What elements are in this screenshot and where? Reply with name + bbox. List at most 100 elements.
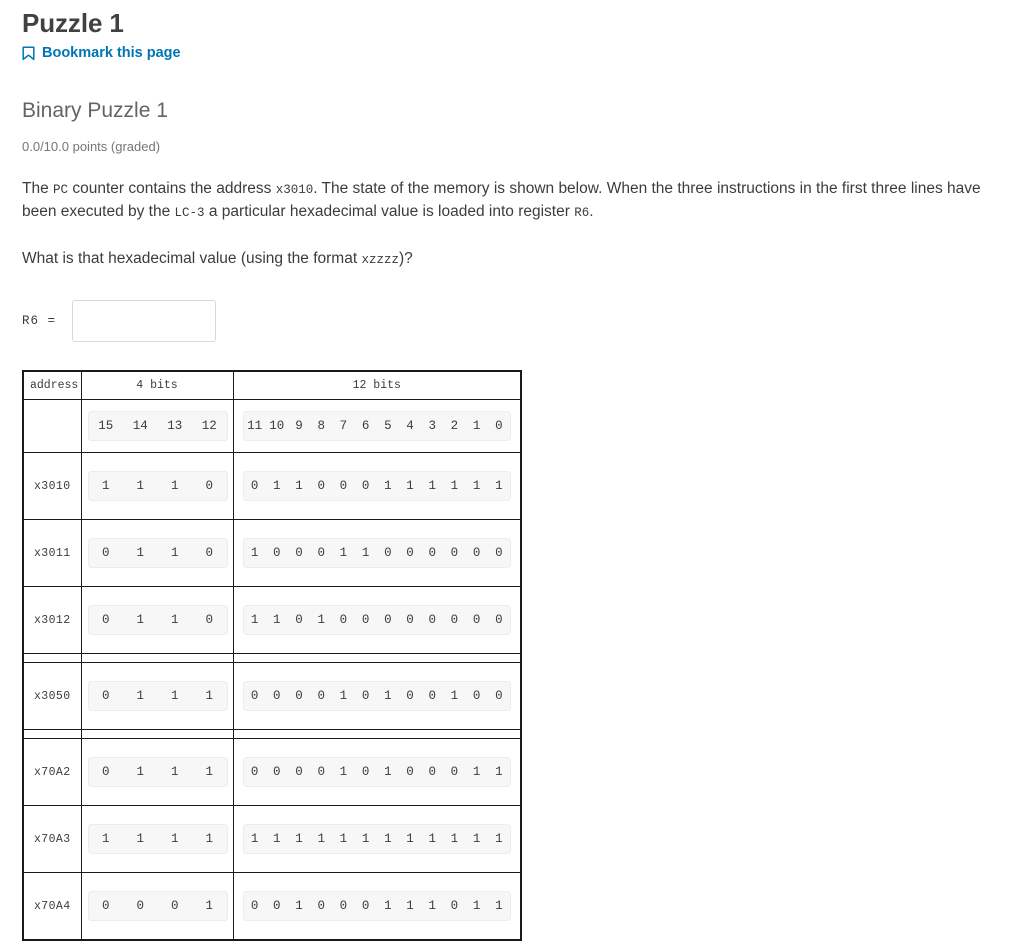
low-bits-group: 001000111011 — [242, 891, 511, 921]
bit-cell: 0 — [450, 765, 459, 779]
bit-cell: 0 — [101, 689, 110, 703]
bit-cell: 0 — [101, 899, 110, 913]
bit-cell: 1 — [472, 419, 481, 433]
para1-code-r6: R6 — [574, 206, 590, 220]
points-status: 0.0/10.0 points (graded) — [22, 139, 161, 154]
high-bits-cell: 1 1 1 1 — [80, 805, 234, 873]
low-bits-cell: 100011000000 — [232, 519, 522, 587]
answer-label: R6 = — [22, 314, 57, 328]
bit-cell: 8 — [317, 419, 325, 433]
table-row: x70A3 1 1 1 1 1 1 1 1 1 1 1 1 1 1 1 1 — [22, 805, 522, 873]
bit-cell: 1 — [495, 899, 503, 913]
bit-cell: 0 — [495, 419, 503, 433]
high-bits-group: 0 1 1 0 — [87, 538, 228, 568]
bit-cell: 1 — [361, 546, 370, 560]
bit-cell: 1 — [472, 899, 481, 913]
bit-cell: 0 — [205, 479, 213, 493]
header-12-bits: 12 bits — [232, 370, 522, 400]
bit-cell: 1 — [339, 832, 348, 846]
bit-cell: 1 — [428, 899, 436, 913]
problem-paragraph-2: What is that hexadecimal value (using th… — [22, 224, 1012, 271]
bit-cell: 0 — [450, 546, 459, 560]
bit-cell: 0 — [406, 689, 414, 703]
high-bits-cell: 0 1 1 0 — [80, 519, 234, 587]
memory-table-wrap: address 4 bits 12 bits 15 14 13 12 11 10 9 8 7 6 5 4 3 2… — [22, 342, 1024, 941]
separator-cell — [22, 729, 82, 739]
bit-cell: 1 — [339, 546, 348, 560]
answer-input[interactable] — [72, 300, 217, 342]
bit-cell: 1 — [170, 479, 179, 493]
bit-cell: 0 — [361, 613, 370, 627]
address-cell: x70A2 — [22, 738, 82, 806]
bit-cell: 0 — [295, 613, 303, 627]
empty-address-cell — [22, 399, 82, 453]
low-bits-cell: 000010100011 — [232, 738, 522, 806]
bit-cell: 0 — [317, 765, 325, 779]
bit-cell: 1 — [136, 479, 144, 493]
bit-cell: 1 — [495, 832, 503, 846]
para2-text-1: What is that hexadecimal value (using th… — [22, 250, 362, 267]
para2-text-2: )? — [398, 250, 413, 267]
bit-cell: 0 — [495, 613, 503, 627]
bit-cell: 1 — [450, 832, 459, 846]
bit-cell: 0 — [101, 765, 110, 779]
high-bits-cell: 0 1 1 0 — [80, 586, 234, 654]
para1-code-pc: PC — [53, 183, 69, 197]
low-bits-cell: 000010100100 — [232, 662, 522, 730]
bit-cell: 1 — [406, 479, 414, 493]
bit-cell: 0 — [428, 689, 436, 703]
address-cell: x70A3 — [22, 805, 82, 873]
bit-cell: 0 — [406, 546, 414, 560]
separator-cell — [80, 729, 234, 739]
bit-cell: 13 — [167, 419, 183, 433]
bit-cell: 1 — [170, 765, 179, 779]
bit-cell: 12 — [201, 419, 217, 433]
bit-cell: 1 — [205, 899, 213, 913]
bit-cell: 1 — [472, 479, 481, 493]
bit-cell: 1 — [136, 546, 144, 560]
bit-cell: 1 — [273, 832, 281, 846]
para1-text-5: . — [589, 203, 594, 220]
bit-cell: 15 — [98, 419, 114, 433]
bit-cell: 5 — [384, 419, 392, 433]
bit-cell: 1 — [317, 613, 325, 627]
bit-numbers-high-cell: 15 14 13 12 — [80, 399, 234, 453]
bit-cell: 1 — [384, 479, 392, 493]
bit-numbers-low-cell: 11 10 9 8 7 6 5 4 3 2 1 0 — [232, 399, 522, 453]
bit-cell: 0 — [273, 689, 281, 703]
bit-cell: 1 — [495, 765, 503, 779]
bit-cell: 1 — [472, 765, 481, 779]
bit-cell: 0 — [472, 613, 481, 627]
bit-cell: 1 — [205, 689, 213, 703]
bit-cell: 1 — [450, 689, 459, 703]
bit-cell: 1 — [136, 613, 144, 627]
low-bits-cell: 110100000000 — [232, 586, 522, 654]
bit-cell: 0 — [472, 546, 481, 560]
answer-row: R6 = — [22, 271, 1024, 342]
address-cell: x3050 — [22, 662, 82, 730]
memory-table: address 4 bits 12 bits 15 14 13 12 11 10 9 8 7 6 5 4 3 2… — [22, 370, 522, 941]
bit-cell: 1 — [136, 765, 144, 779]
bit-cell: 1 — [273, 479, 281, 493]
problem-paragraph-1: The PC counter contains the address x301… — [22, 155, 1012, 224]
bit-cell: 1 — [406, 899, 414, 913]
para1-text-4: a particular hexadecimal value is loaded… — [204, 203, 575, 220]
bookmark-icon — [22, 45, 35, 60]
bit-cell: 0 — [317, 546, 325, 560]
bit-cell: 0 — [136, 899, 144, 913]
bookmark-this-page-button[interactable]: Bookmark this page — [22, 44, 182, 62]
bit-cell: 1 — [384, 765, 392, 779]
bit-cell: 1 — [205, 832, 213, 846]
low-bits-group: 011000111111 — [242, 471, 511, 501]
para1-code-address: x3010 — [275, 183, 314, 197]
table-row: x3010 1 1 1 0 0 1 1 0 0 0 1 1 1 1 1 1 — [22, 452, 522, 520]
bit-cell: 0 — [101, 613, 110, 627]
bit-cell: 1 — [205, 765, 213, 779]
bit-cell: 0 — [205, 546, 213, 560]
low-bits-group: 100011000000 — [242, 538, 511, 568]
bit-cell: 2 — [450, 419, 459, 433]
bit-cell: 1 — [250, 613, 259, 627]
problem-title: Binary Puzzle 1 — [22, 99, 168, 122]
bit-cell: 0 — [384, 613, 392, 627]
bit-cell: 0 — [170, 899, 179, 913]
